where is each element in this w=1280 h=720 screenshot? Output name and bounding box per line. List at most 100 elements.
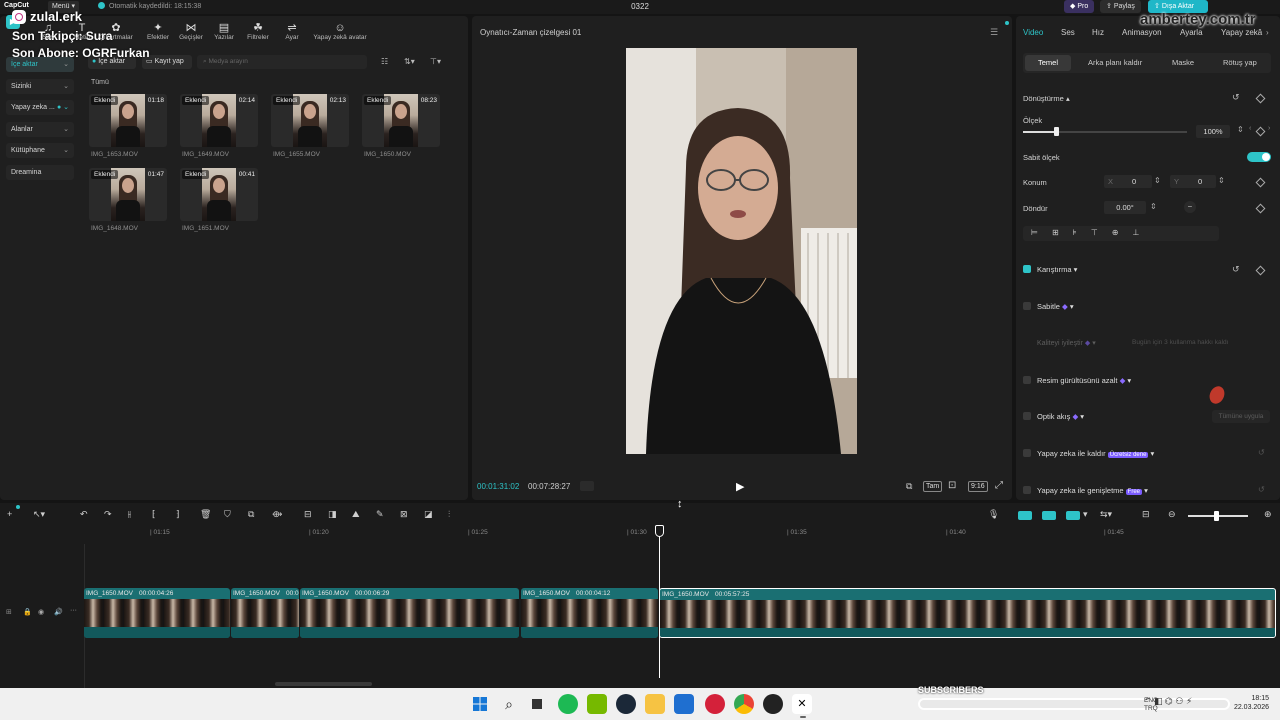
blend-checkbox[interactable] (1023, 265, 1031, 273)
capcut-taskbar-icon[interactable]: ✕ (792, 694, 812, 714)
denoise-checkbox[interactable] (1023, 376, 1031, 384)
microphone-icon[interactable]: 🎙 (988, 509, 999, 520)
track-more-icon[interactable]: ··· (70, 607, 77, 614)
sidebar-item[interactable]: Yapay zeka ... ● ⌄ (6, 100, 74, 115)
obs-icon[interactable] (763, 694, 783, 714)
snapshot-icon[interactable]: ⊡ (948, 480, 956, 491)
store-icon[interactable] (674, 694, 694, 714)
filter-all-label[interactable]: Tümü (91, 79, 109, 86)
linkage-icon[interactable] (1066, 511, 1080, 520)
ratio-button[interactable]: 9:16 (968, 481, 988, 492)
nvidia-icon[interactable] (587, 694, 607, 714)
uniform-scale-toggle[interactable] (1247, 152, 1271, 162)
sidebar-item[interactable]: İçe aktar ⌄ (6, 57, 74, 72)
stabilize-label[interactable]: Sabitle ◆ ▾ (1037, 302, 1074, 311)
keyframe-next-icon[interactable]: › (1268, 125, 1270, 132)
scale-slider-handle[interactable] (1053, 127, 1059, 136)
denoise-label[interactable]: Resim gürültüsünü azalt ◆ ▾ (1037, 376, 1131, 385)
steam-icon[interactable] (616, 694, 636, 714)
auto-snap-icon[interactable] (1042, 511, 1056, 520)
ai-remove-checkbox[interactable] (1023, 449, 1031, 457)
pro-button[interactable]: ◆ Pro (1064, 0, 1095, 13)
share-button[interactable]: ⇪ Paylaş (1100, 0, 1141, 13)
split-icon[interactable]: ⫲ (128, 509, 131, 520)
zoom-out-icon[interactable]: ⊖ (1168, 509, 1176, 520)
timeline-clip[interactable]: IMG_1650.MOV 00:00:04:12 (521, 588, 658, 638)
optical-flow-checkbox[interactable] (1023, 412, 1031, 420)
tab-effects[interactable]: ✦ Efektler (140, 22, 176, 41)
media-thumbnail[interactable]: Eklendi 00:41 (180, 168, 258, 221)
ai-expand-reset-icon[interactable]: ↺ (1258, 485, 1265, 494)
timecode-toggle-icon[interactable] (580, 481, 594, 491)
x-stepper-icon[interactable]: ⇕ (1154, 176, 1161, 185)
blend-label[interactable]: Karıştırma ▾ (1037, 265, 1077, 274)
media-thumbnail[interactable]: Eklendi 08:23 (362, 94, 440, 147)
scale-input[interactable]: 100% (1196, 125, 1230, 138)
speed-icon[interactable]: ⟴ (272, 509, 282, 520)
magic-icon[interactable]: ✎ (376, 509, 384, 520)
windows-start-icon[interactable] (470, 694, 490, 714)
media-search-input[interactable]: ⌕ Medya arayın (197, 55, 367, 69)
track-audio-icon[interactable]: 🔊 (54, 608, 63, 616)
split-left-icon[interactable]: ⁅ (152, 509, 156, 520)
properties-subtab[interactable]: Maske (1172, 58, 1194, 67)
filter-icon[interactable]: ⊤▾ (430, 57, 441, 66)
language-indicator[interactable]: ENG TRQ (1144, 697, 1158, 713)
position-y-input[interactable]: Y0 (1170, 175, 1216, 188)
y-stepper-icon[interactable]: ⇕ (1218, 176, 1225, 185)
properties-subtab[interactable]: Temel (1038, 58, 1058, 67)
spotify-icon[interactable] (558, 694, 578, 714)
properties-tab[interactable]: Ses (1061, 28, 1075, 37)
timeline-scrollbar[interactable] (275, 682, 372, 686)
split-right-icon[interactable]: ⁆ (176, 509, 180, 520)
crop-icon[interactable]: ⧉ (906, 481, 912, 492)
properties-subtab[interactable]: Arka planı kaldır (1088, 58, 1142, 67)
ai-expand-label[interactable]: Yapay zeka ile genişletme Free ▾ (1037, 486, 1148, 495)
apply-all-button[interactable]: Tümüne uygula (1212, 410, 1270, 423)
zoom-slider-handle[interactable] (1214, 511, 1219, 521)
audio-wave-icon[interactable]: ⫶ (448, 509, 450, 520)
sidebar-item[interactable]: Dreamina (6, 164, 74, 180)
keyframe-prev-icon[interactable]: ‹ (1249, 125, 1251, 132)
sidebar-item[interactable]: Sizinki ⌄ (6, 78, 74, 94)
properties-tab[interactable]: Yapay zekâ (1221, 28, 1262, 37)
view-grid-icon[interactable]: ☷ (381, 57, 388, 66)
media-thumbnail[interactable]: Eklendi 02:13 (271, 94, 349, 147)
transform-heading[interactable]: Dönüştürme ▴ (1023, 94, 1070, 103)
undo-icon[interactable]: ↶ (80, 509, 88, 520)
media-thumbnail[interactable]: Eklendi 01:47 (89, 168, 167, 221)
ai-remove-label[interactable]: Yapay zeka ile kaldır Ücretsiz dene ▾ (1037, 449, 1154, 458)
timeline-clip[interactable]: IMG_1650.MOV 00:00:04:26 (84, 588, 230, 638)
track-cover-icon[interactable]: ⊞ (6, 608, 12, 616)
linkage-dropdown-icon[interactable]: ▾ (1083, 509, 1088, 520)
delete-icon[interactable]: 🗑 (200, 509, 211, 520)
timeline-clip[interactable]: IMG_1650.MOV 00:00:06:29 (300, 588, 519, 638)
scale-stepper-icon[interactable]: ⇕ (1237, 125, 1244, 134)
blend-reset-icon[interactable]: ↺ (1232, 264, 1240, 275)
rotate-dial-icon[interactable]: – (1184, 201, 1196, 213)
stabilize-checkbox[interactable] (1023, 302, 1031, 310)
clock[interactable]: 18:15 22.03.2026 (1229, 694, 1269, 712)
timeline-clip[interactable]: IMG_1650.MOV 00:0 (231, 588, 299, 638)
sort-icon[interactable]: ⇅▾ (404, 57, 415, 66)
tab-adjust[interactable]: ⇌ Ayar (274, 22, 310, 41)
player-menu-icon[interactable]: ☰ (990, 27, 998, 38)
preview-axis-icon[interactable]: ⇆▾ (1100, 509, 1112, 520)
playhead-handle[interactable] (655, 525, 664, 537)
properties-tab[interactable]: Video (1023, 28, 1043, 37)
redo-icon[interactable]: ↷ (104, 509, 112, 520)
marker-icon[interactable]: ⛉ (224, 509, 231, 520)
properties-tab[interactable]: Ayarla (1180, 28, 1203, 37)
chrome-icon[interactable] (734, 694, 754, 714)
rotate-input[interactable]: 0.00° (1104, 201, 1146, 214)
track-lock-icon[interactable]: 🔒 (23, 608, 32, 616)
track-eye-icon[interactable]: ◉ (38, 608, 44, 616)
tab-filters[interactable]: ☘ Filtreler (240, 22, 276, 41)
tab-text[interactable]: T Metin (64, 22, 100, 41)
fullscreen-icon[interactable]: ⤢ (995, 480, 1003, 491)
caption-toggle-icon[interactable]: ⊟ (1142, 509, 1150, 520)
timeline-clip[interactable]: IMG_1650.MOV 00:05:57:25 (659, 588, 1276, 638)
tab-sticker[interactable]: ✿ Çıkartmalar (98, 22, 134, 41)
reset-icon[interactable]: ↺ (1232, 92, 1240, 103)
quality-button[interactable]: Tam (923, 481, 943, 492)
